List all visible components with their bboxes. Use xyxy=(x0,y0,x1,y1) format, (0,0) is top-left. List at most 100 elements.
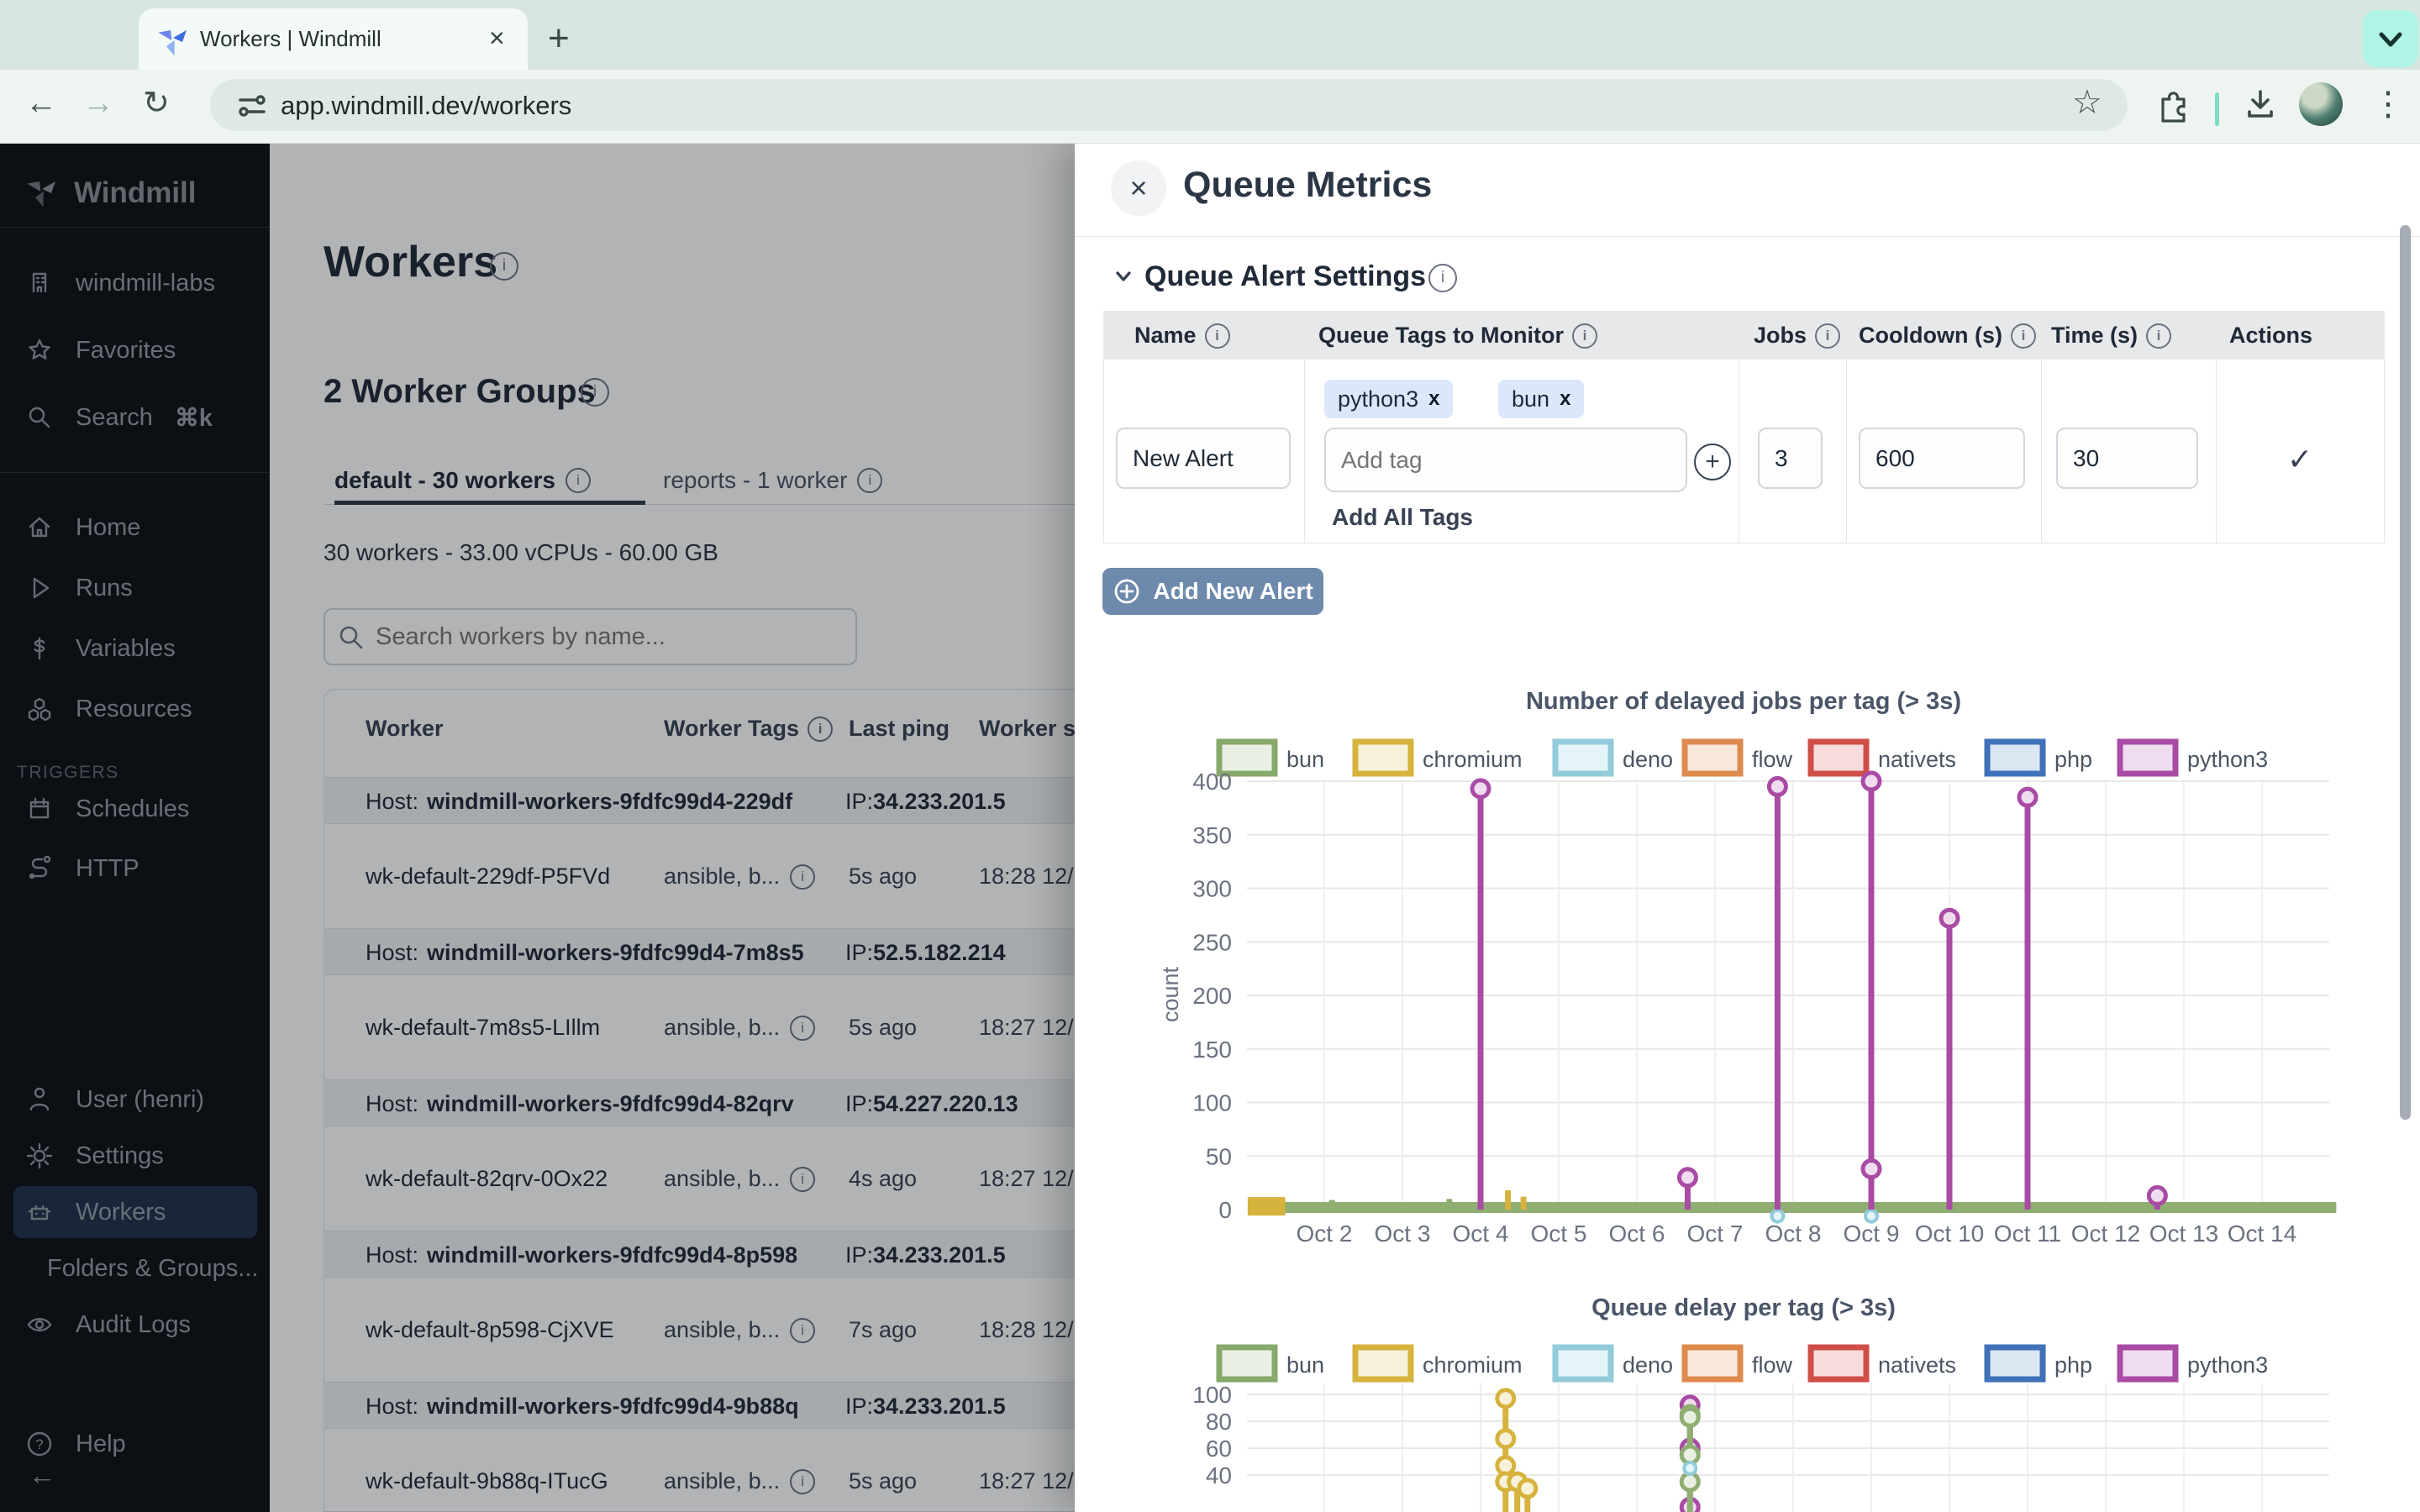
alert-name-input[interactable] xyxy=(1116,428,1291,489)
series-marker-python3 xyxy=(1769,778,1786,795)
x-tick-label: Oct 3 xyxy=(1375,1221,1431,1247)
x-tick-label: Oct 4 xyxy=(1453,1221,1509,1247)
legend-label: nativets xyxy=(1878,747,1956,772)
y-axis-label: count xyxy=(1160,966,1183,1022)
avatar[interactable] xyxy=(2299,82,2343,126)
legend-item-deno[interactable]: deno xyxy=(1555,1347,1673,1379)
add-all-tags-link[interactable]: Add All Tags xyxy=(1332,504,1473,531)
confirm-check-icon[interactable]: ✓ xyxy=(2287,442,2312,477)
drawer-backdrop[interactable] xyxy=(0,143,1075,1512)
info-icon[interactable]: i xyxy=(1815,323,1840,349)
legend-item-chromium[interactable]: chromium xyxy=(1355,1347,1523,1379)
tab-close-icon[interactable]: × xyxy=(489,23,505,54)
tag-label: bun xyxy=(1512,386,1549,412)
collapse-section-chevron-icon[interactable] xyxy=(1111,262,1136,291)
app-window: Workers | Windmill × + ← → ↻ app.windmil… xyxy=(0,0,2420,1512)
series-marker-python3 xyxy=(2149,1187,2165,1204)
y-tick-label: 100 xyxy=(1192,1090,1232,1116)
legend-item-php[interactable]: php xyxy=(1987,742,2092,774)
x-tick-label: Oct 10 xyxy=(1915,1221,1984,1247)
tab-search-button[interactable] xyxy=(2363,10,2418,67)
divider xyxy=(1075,236,2420,237)
series-marker-python3 xyxy=(1472,780,1489,797)
y-tick-label: 200 xyxy=(1192,983,1232,1009)
legend-label: nativets xyxy=(1878,1352,1956,1378)
legend-item-flow[interactable]: flow xyxy=(1685,742,1793,774)
info-icon[interactable]: i xyxy=(2011,323,2036,349)
series-dot-deno xyxy=(1771,1210,1783,1222)
y-tick-label: 40 xyxy=(1206,1462,1232,1488)
y-tick-label: 50 xyxy=(1206,1143,1232,1169)
back-button[interactable]: ← xyxy=(25,87,57,119)
legend-label: deno xyxy=(1623,1352,1673,1378)
x-tick-label: Oct 11 xyxy=(1994,1221,2061,1247)
time-input[interactable] xyxy=(2056,428,2198,489)
toolbar-separator xyxy=(2215,92,2219,126)
alert-column-header: Actions xyxy=(2229,323,2312,349)
legend-item-nativets[interactable]: nativets xyxy=(1811,742,1956,774)
forward-button[interactable]: → xyxy=(82,87,114,119)
series-marker-chromium xyxy=(1497,1431,1514,1447)
legend-item-bun[interactable]: bun xyxy=(1219,742,1324,774)
legend-label: flow xyxy=(1752,747,1793,772)
info-icon[interactable]: i xyxy=(1428,264,1457,292)
legend-item-flow[interactable]: flow xyxy=(1685,1347,1793,1379)
legend-label: bun xyxy=(1286,747,1324,772)
chart-1: Queue delay per tag (> 3s)bunchromiumden… xyxy=(1160,1260,2420,1512)
x-tick-label: Oct 14 xyxy=(2228,1221,2296,1247)
x-tick-label: Oct 9 xyxy=(1844,1221,1900,1247)
alert-column-label: Queue Tags to Monitor xyxy=(1318,323,1564,349)
add-new-alert-button[interactable]: Add New Alert xyxy=(1102,568,1323,615)
series-marker-python3 xyxy=(1679,1169,1696,1186)
series-marker-python3 xyxy=(1863,1161,1880,1178)
remove-tag-icon[interactable]: x xyxy=(1560,387,1570,411)
site-settings-icon[interactable] xyxy=(235,89,269,123)
legend-label: php xyxy=(2054,1352,2092,1378)
series-marker-python3 xyxy=(1941,910,1958,927)
url-text[interactable]: app.windmill.dev/workers xyxy=(281,91,571,121)
add-tag-plus-button[interactable]: + xyxy=(1694,444,1731,480)
cooldown-input[interactable] xyxy=(1859,428,2025,489)
remove-tag-icon[interactable]: x xyxy=(1428,387,1439,411)
drawer-scrollbar[interactable] xyxy=(2400,225,2411,1120)
series-marker-bun xyxy=(1681,1409,1698,1425)
new-tab-button[interactable]: + xyxy=(548,18,570,60)
alert-column-label: Actions xyxy=(2229,323,2312,349)
jobs-input[interactable] xyxy=(1758,428,1823,489)
bookmark-star-icon[interactable]: ☆ xyxy=(2072,87,2102,118)
legend-item-bun[interactable]: bun xyxy=(1219,1347,1324,1379)
legend-label: flow xyxy=(1752,1352,1793,1378)
alert-column-header: Cooldown (s)i xyxy=(1859,323,2036,349)
legend-label: chromium xyxy=(1423,1352,1523,1378)
browser-menu-kebab-icon[interactable]: ⋮ xyxy=(2371,85,2405,123)
info-icon[interactable]: i xyxy=(1205,323,1230,349)
add-new-alert-label: Add New Alert xyxy=(1153,578,1313,605)
legend-item-nativets[interactable]: nativets xyxy=(1811,1347,1956,1379)
legend-item-deno[interactable]: deno xyxy=(1555,742,1673,774)
alert-column-header: Queue Tags to Monitor i xyxy=(1318,323,1597,349)
x-tick-label: Oct 7 xyxy=(1687,1221,1744,1247)
info-icon[interactable]: i xyxy=(1572,323,1597,349)
close-drawer-button[interactable]: × xyxy=(1111,160,1166,216)
alert-column-label: Jobs xyxy=(1754,323,1807,349)
extensions-puzzle-icon[interactable] xyxy=(2154,86,2191,123)
legend-item-python3[interactable]: python3 xyxy=(2120,1347,2268,1379)
tag-pill-python3: python3x xyxy=(1324,380,1453,418)
reload-button[interactable]: ↻ xyxy=(143,87,170,119)
drawer-title: Queue Metrics xyxy=(1183,165,1432,206)
legend-label: bun xyxy=(1286,1352,1324,1378)
alert-column-header: Jobsi xyxy=(1754,323,1840,349)
legend-item-chromium[interactable]: chromium xyxy=(1355,742,1523,774)
y-tick-label: 250 xyxy=(1192,929,1232,955)
column-divider xyxy=(2041,360,2042,543)
series-marker-python3 xyxy=(1863,773,1880,790)
y-tick-label: 100 xyxy=(1192,1382,1232,1408)
legend-item-python3[interactable]: python3 xyxy=(2120,742,2268,774)
info-icon[interactable]: i xyxy=(2146,323,2171,349)
legend-label: python3 xyxy=(2187,747,2268,772)
download-icon[interactable] xyxy=(2242,86,2279,123)
alert-column-header: Time (s)i xyxy=(2051,323,2171,349)
legend-item-php[interactable]: php xyxy=(1987,1347,2092,1379)
add-tag-input[interactable] xyxy=(1324,428,1687,492)
x-tick-label: Oct 12 xyxy=(2071,1221,2140,1247)
